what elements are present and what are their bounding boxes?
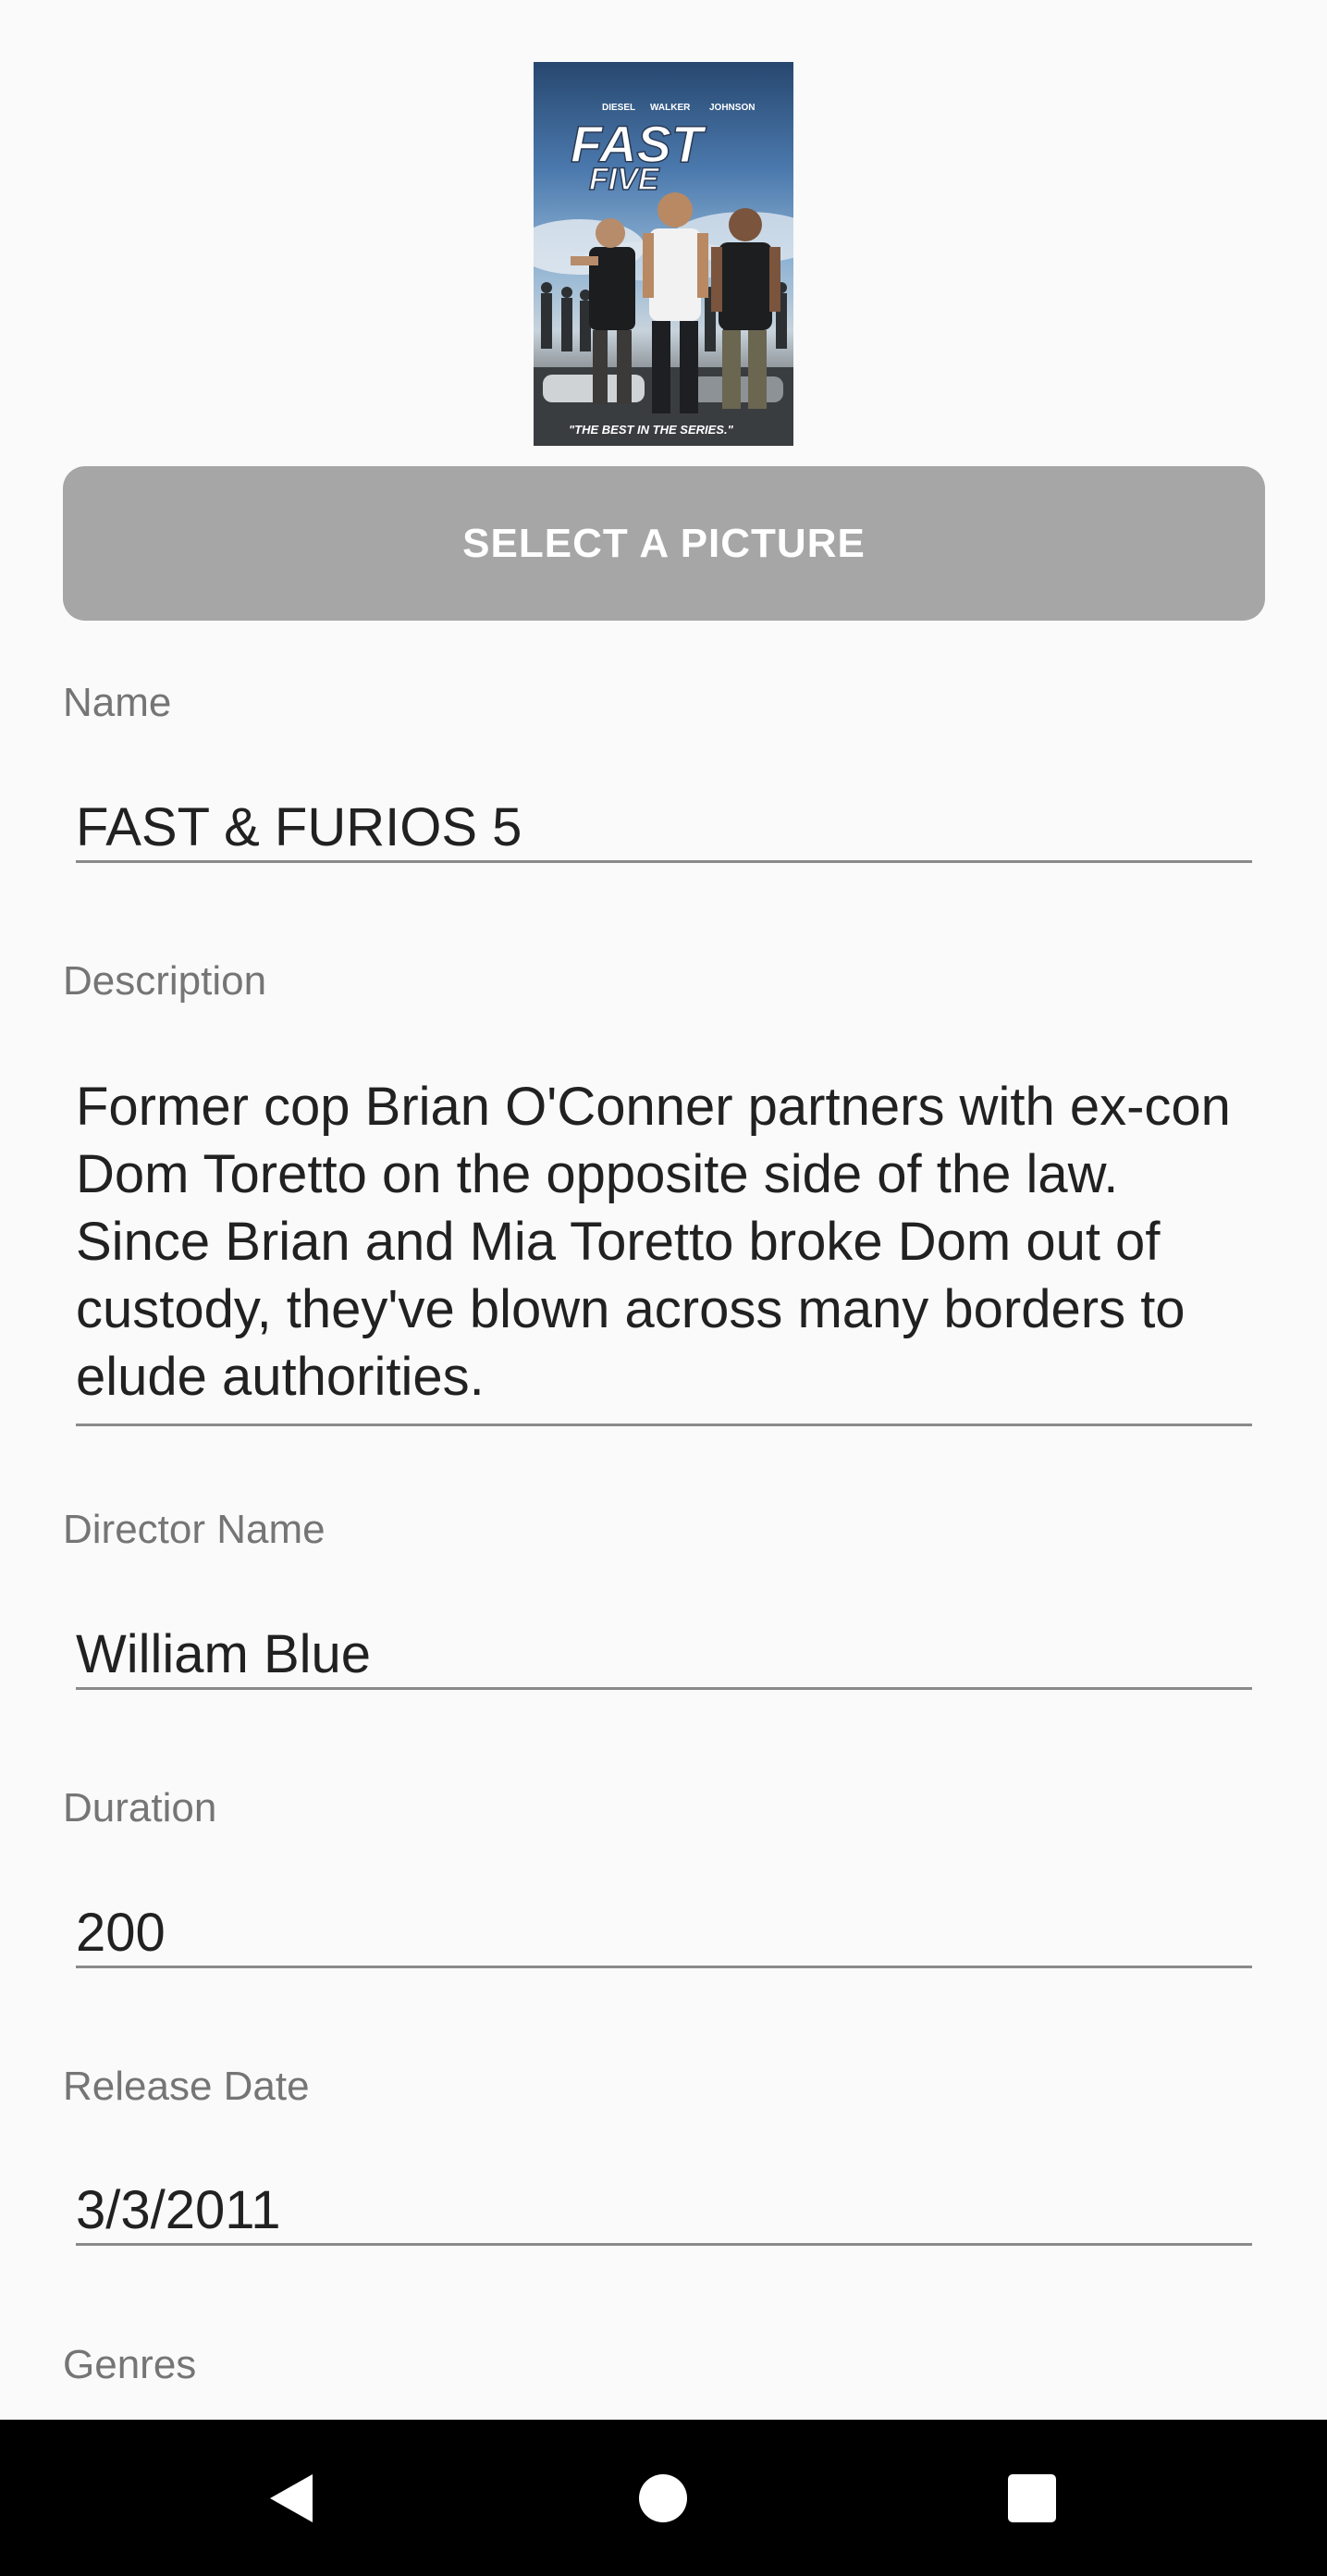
poster-actor-name: JOHNSON	[709, 103, 755, 113]
genres-label: Genres	[63, 2342, 197, 2387]
select-picture-button[interactable]: SELECT A PICTURE	[63, 466, 1265, 621]
recents-icon[interactable]	[1004, 2471, 1060, 2526]
system-navigation-bar	[0, 2420, 1327, 2576]
name-label: Name	[63, 680, 172, 725]
movie-poster-image: DIESEL WALKER JOHNSON FAST FIVE "THE BES…	[534, 62, 793, 446]
poster-actor-name: WALKER	[650, 103, 691, 113]
duration-input[interactable]: 200	[76, 1899, 1252, 1968]
release-date-input[interactable]: 3/3/2011	[76, 2176, 1252, 2246]
description-label: Description	[63, 958, 267, 1004]
duration-label: Duration	[63, 1785, 217, 1830]
description-input[interactable]: Former cop Brian O'Conner partners with …	[76, 1073, 1252, 1426]
release-date-label: Release Date	[63, 2064, 310, 2109]
poster-tagline: "THE BEST IN THE SERIES."	[569, 423, 734, 437]
edit-movie-screen: DIESEL WALKER JOHNSON FAST FIVE "THE BES…	[0, 0, 1327, 2576]
poster-title-line2: FIVE	[589, 162, 660, 197]
director-name-input[interactable]: William Blue	[76, 1621, 1252, 1690]
name-input[interactable]: FAST & FURIOS 5	[76, 794, 1252, 863]
back-icon[interactable]	[264, 2471, 320, 2526]
home-icon[interactable]	[635, 2471, 691, 2526]
director-name-label: Director Name	[63, 1507, 326, 1552]
poster-actor-name: DIESEL	[602, 103, 635, 113]
